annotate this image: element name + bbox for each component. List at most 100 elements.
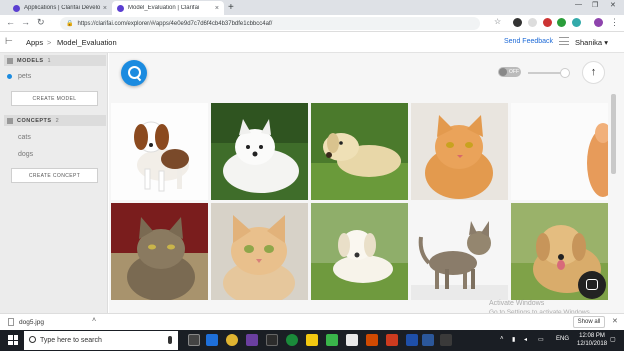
close-icon[interactable]: ✕ [612,317,618,325]
extension-icon[interactable] [557,18,566,27]
app-icon[interactable] [326,334,338,346]
app-icon[interactable] [366,334,378,346]
lock-icon: 🔒 [66,21,74,27]
volume-icon[interactable]: ◂ [524,336,527,343]
profile-avatar[interactable] [594,18,603,27]
user-menu[interactable]: Shanika ▾ [575,38,608,47]
page-title: Model_Evaluation [57,38,117,47]
extension-icon[interactable] [543,18,552,27]
breadcrumb-apps[interactable]: Apps [26,38,43,47]
image-tile-cat[interactable] [111,203,208,300]
clarifai-favicon-icon [13,4,20,12]
app-icon[interactable] [286,334,298,346]
browser-tab-bar: Applications | Clarifai Developer × Mode… [0,0,624,15]
main-scrollbar[interactable] [611,94,616,174]
search-button[interactable] [121,60,147,86]
image-tile-cat[interactable] [511,103,608,200]
chevron-down-icon: ▾ [604,38,608,47]
tabby-cat-standing-image [411,203,508,300]
models-section-header: MODELS 1 [4,55,106,66]
forward-icon[interactable]: → [21,17,30,27]
word-icon[interactable] [422,334,434,346]
models-icon [7,57,13,64]
app-icon[interactable] [346,334,358,346]
image-tile-dog[interactable] [211,103,308,200]
close-tab-icon[interactable]: × [103,5,107,12]
brown-tabby-cat-image [111,203,208,300]
close-window-icon[interactable]: ✕ [610,1,616,9]
new-tab-button[interactable]: + [228,2,234,13]
app-icon[interactable] [266,334,278,346]
clock-time: 12:08 PM [579,333,605,339]
collapse-sidebar-icon[interactable]: ⊢ [5,36,13,47]
image-tile-cat[interactable] [411,103,508,200]
tab-label: Applications | Clarifai Developer [24,5,100,11]
extension-icon[interactable] [572,18,581,27]
arrow-up-icon: ↑ [590,66,597,78]
toggle-switch[interactable]: OFF [498,67,521,77]
image-tile-dog[interactable] [311,203,408,300]
concepts-count: 2 [55,117,60,124]
clock-date: 12/10/2018 [577,341,608,347]
image-tile-dog[interactable] [111,103,208,200]
language-indicator[interactable]: ENG [556,336,569,342]
battery-icon[interactable]: ▭ [538,336,544,343]
upload-button[interactable]: ↑ [582,61,605,84]
notifications-icon[interactable]: ▢ [610,336,616,343]
show-all-button[interactable]: Show all [573,316,605,328]
slider-handle[interactable] [560,68,570,78]
url-bar[interactable]: 🔒 https://clarifai.com/explorer/#/apps/4… [60,17,480,30]
system-clock[interactable]: 12:08 PM 12/10/2018 [577,332,607,348]
task-view-icon[interactable] [188,334,200,346]
download-filename: dog5.jpg [19,318,44,326]
image-tile-cat[interactable] [411,203,508,300]
github-extension-icon[interactable] [513,18,522,27]
size-slider[interactable] [528,68,570,78]
microphone-icon[interactable] [168,336,172,344]
minimize-icon[interactable]: — [575,1,582,8]
file-explorer-icon[interactable] [306,334,318,346]
tab-label: Model_Evaluation | Clarifai [128,5,200,11]
sidebar: MODELS 1 pets CREATE MODEL CONCEPTS 2 ca… [0,53,108,313]
windows-start-icon[interactable] [8,335,18,345]
close-tab-icon[interactable]: × [215,5,219,12]
filezilla-icon[interactable] [386,334,398,346]
concept-item-dogs[interactable]: dogs [18,151,33,158]
tray-chevron-icon[interactable]: ˄ [500,336,504,342]
browser-tab-applications[interactable]: Applications | Clarifai Developer × [8,1,112,15]
download-item[interactable]: dog5.jpg [8,318,44,326]
image-tile-dog[interactable] [311,103,408,200]
vs-icon[interactable] [246,334,258,346]
app-header: ⊢ Apps > Model_Evaluation Send Feedback … [0,32,624,53]
bookmark-star-icon[interactable]: ☆ [494,17,501,26]
toggle-label: OFF [509,68,519,75]
concept-item-cats[interactable]: cats [18,134,31,141]
model-item-pets[interactable]: pets [18,73,31,80]
address-toolbar: ← → ↻ 🔒 https://clarifai.com/explorer/#/… [0,15,624,32]
chat-widget-button[interactable] [578,271,606,299]
app-icon[interactable] [406,334,418,346]
taskbar-search-input[interactable]: Type here to search [24,331,178,350]
image-tile-cat[interactable] [211,203,308,300]
reload-icon[interactable]: ↻ [37,17,45,28]
edge-icon[interactable] [206,334,218,346]
maximize-icon[interactable]: ❐ [592,1,598,9]
browser-tab-model-evaluation[interactable]: Model_Evaluation | Clarifai × [112,1,224,15]
model-selected-dot [7,74,12,79]
send-feedback-link[interactable]: Send Feedback [504,38,553,45]
extension-icon[interactable] [528,18,537,27]
toggle-knob [499,68,507,76]
models-label: MODELS [17,57,44,64]
create-concept-button[interactable]: CREATE CONCEPT [11,168,98,183]
chevron-up-icon[interactable]: ˄ [92,317,96,324]
search-icon [29,336,36,343]
app-icon[interactable] [440,334,452,346]
hamburger-menu-icon[interactable] [559,37,569,45]
chrome-icon[interactable] [226,334,238,346]
back-icon[interactable]: ← [6,17,15,27]
browser-menu-icon[interactable]: ⋮ [610,17,619,28]
main-panel: OFF ↑ [109,53,624,313]
network-icon[interactable]: ▮ [512,336,515,343]
concepts-icon [7,117,13,124]
create-model-button[interactable]: CREATE MODEL [11,91,98,106]
